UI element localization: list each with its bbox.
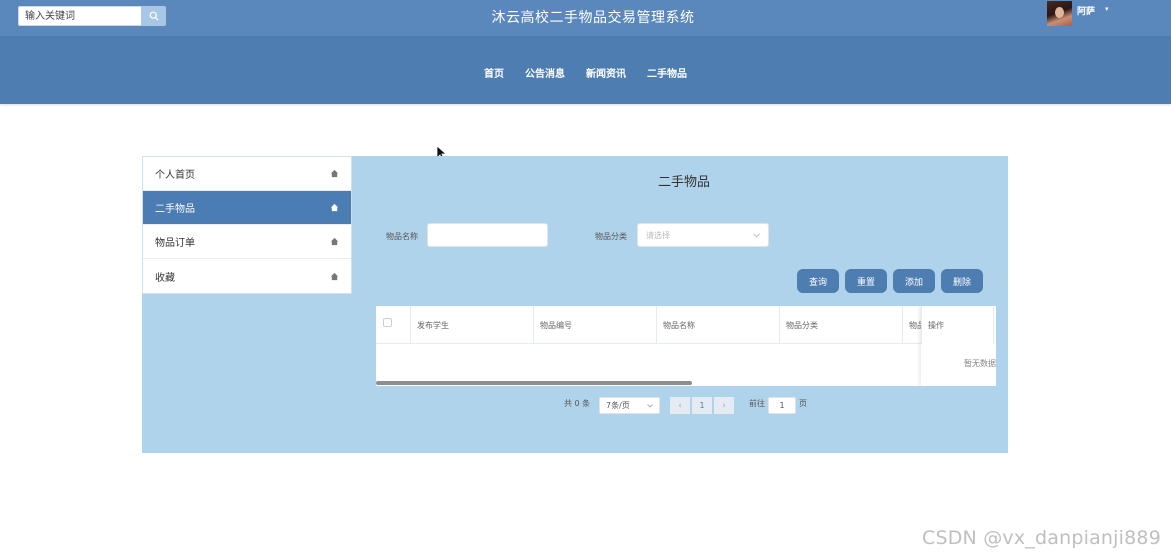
nav-item-home[interactable]: 首页: [484, 65, 504, 80]
column-header[interactable]: 物品分类: [780, 306, 903, 344]
page-size-select[interactable]: 7条/页: [599, 397, 660, 414]
name-filter-input[interactable]: [427, 223, 548, 247]
chevron-down-icon: [753, 232, 760, 238]
page-unit-label: 页: [799, 399, 807, 408]
add-button[interactable]: 添加: [893, 269, 935, 293]
select-all-cell: [376, 306, 411, 344]
select-all-checkbox[interactable]: [383, 318, 392, 327]
home-icon: [330, 272, 339, 280]
data-table: 发布学生 物品编号 物品名称 物品分类 物品 操作 暂无数据: [376, 306, 996, 386]
goto-page-input[interactable]: 1: [768, 397, 796, 414]
fixed-actions-column: 操作 暂无数据: [921, 306, 996, 386]
delete-button[interactable]: 删除: [941, 269, 983, 293]
nav-band: 首页 公告消息 新闻资讯 二手物品: [0, 36, 1171, 104]
user-menu[interactable]: 阿萨 ▾: [1047, 1, 1109, 26]
column-header[interactable]: 发布学生: [411, 306, 534, 344]
sidebar-item-label: 物品订单: [155, 238, 195, 249]
nav-item-news[interactable]: 新闻资讯: [586, 65, 626, 80]
page-number[interactable]: 1: [692, 397, 712, 414]
sidebar-item-label: 个人首页: [155, 170, 195, 181]
horizontal-scrollbar[interactable]: [376, 381, 692, 385]
sidebar: 个人首页 二手物品 物品订单 收藏: [142, 156, 352, 294]
column-header[interactable]: 物品名称: [657, 306, 780, 344]
prev-page-button[interactable]: ‹: [670, 397, 690, 414]
top-bar: 沐云高校二手物品交易管理系统 阿萨 ▾: [0, 0, 1171, 36]
main-nav: 首页 公告消息 新闻资讯 二手物品: [484, 65, 687, 80]
column-header[interactable]: 物品编号: [534, 306, 657, 344]
pagination-total: 共 0 条: [564, 399, 591, 408]
home-icon: [330, 169, 339, 178]
name-filter-label: 物品名称: [386, 232, 418, 241]
username[interactable]: 阿萨: [1077, 4, 1095, 17]
sidebar-item-orders[interactable]: 物品订单: [143, 225, 351, 259]
table-header: 发布学生 物品编号 物品名称 物品分类 物品: [376, 306, 996, 344]
page-size-value: 7条/页: [606, 401, 630, 410]
watermark: CSDN @vx_danpianji889: [922, 527, 1161, 549]
home-icon: [330, 237, 339, 246]
chevron-down-icon[interactable]: ▾: [1105, 5, 1109, 13]
content-panel: 个人首页 二手物品 物品订单 收藏 二手物品 物品名称 物品分类 请选择 查询 …: [142, 156, 1008, 453]
nav-item-secondhand[interactable]: 二手物品: [647, 65, 687, 80]
sidebar-item-label: 二手物品: [155, 204, 195, 215]
category-filter-label: 物品分类: [595, 232, 627, 241]
sidebar-item-favorites[interactable]: 收藏: [143, 259, 351, 293]
next-page-button[interactable]: ›: [714, 397, 734, 414]
category-select-placeholder: 请选择: [646, 230, 670, 240]
query-button[interactable]: 查询: [797, 269, 839, 293]
sidebar-item-label: 收藏: [155, 272, 175, 284]
category-select[interactable]: 请选择: [637, 223, 769, 247]
empty-text: 暂无数据: [964, 359, 996, 368]
sidebar-item-profile[interactable]: 个人首页: [143, 157, 351, 191]
sidebar-item-secondhand[interactable]: 二手物品: [143, 191, 351, 225]
column-header: 操作: [921, 306, 994, 344]
chevron-down-icon: [647, 403, 653, 408]
home-icon: [330, 203, 339, 212]
reset-button[interactable]: 重置: [845, 269, 887, 293]
nav-item-notices[interactable]: 公告消息: [525, 65, 565, 80]
site-title: 沐云高校二手物品交易管理系统: [491, 10, 695, 26]
avatar[interactable]: [1047, 1, 1072, 26]
goto-label: 前往: [749, 399, 765, 408]
page-title: 二手物品: [658, 175, 711, 190]
